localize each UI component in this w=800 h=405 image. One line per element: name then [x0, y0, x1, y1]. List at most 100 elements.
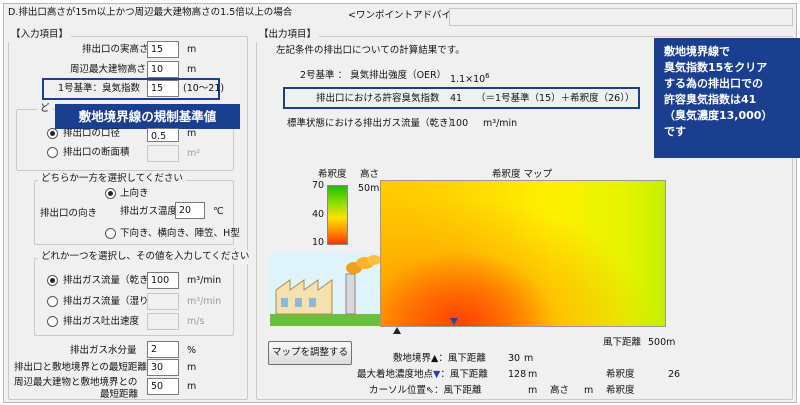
temp-unit: ℃ — [213, 206, 224, 217]
boundary-readout-unit: m — [524, 353, 534, 364]
building-boundary-label-2: 最短距離 — [100, 389, 139, 400]
maxpoint-readout-label: 最大着地濃度地点▼：風下距離 — [357, 368, 488, 382]
standard1-input[interactable]: 15 — [147, 80, 179, 97]
radio-velocity-label: 排出ガス吐出速度 — [63, 316, 140, 327]
maxpoint-readout-value: 128 — [508, 369, 527, 380]
factory-window-2 — [295, 298, 302, 307]
callout-right: 敷地境界線で 臭気指数15をクリア する為の排出口での 許容臭気指数は41 （臭… — [654, 38, 800, 158]
temp-input[interactable]: 20 — [175, 202, 205, 219]
radio-diameter-label: 排出口の口径 — [63, 128, 121, 139]
distance-axis-label: 風下距離 — [603, 337, 642, 348]
maxpoint-marker-icon — [450, 318, 458, 325]
callout-left: 敷地境界線の規制基準値 — [55, 104, 240, 129]
maxpoint-readout-text: ：風下距離 — [440, 369, 488, 380]
boundary-readout-label: 敷地境界▲：風下距離 — [393, 352, 486, 366]
oer-mantissa: 1.1×10 — [450, 74, 486, 86]
maxpoint-dilution-label: 希釈度 — [606, 369, 635, 380]
diameter-input[interactable]: 0.5 — [147, 128, 179, 142]
building-height-unit: m — [187, 64, 197, 75]
building-boundary-input[interactable]: 50 — [147, 378, 179, 395]
flow-wet-input[interactable] — [147, 293, 179, 310]
output-section-title: 【出力項目】 — [256, 28, 320, 42]
callout-right-line-2: 臭気指数15をクリア — [664, 61, 768, 74]
callout-right-line-1: 敷地境界線で — [664, 45, 730, 58]
cursor-readout-label: カーソル位置⇖：風下距離 — [369, 384, 482, 398]
building-boundary-unit: m — [187, 381, 197, 392]
boundary-readout-text: ：風下距離 — [438, 353, 486, 364]
radio-area[interactable] — [47, 147, 58, 158]
radio-diameter[interactable] — [47, 128, 58, 139]
moisture-input[interactable]: 2 — [147, 341, 179, 358]
adjust-map-button[interactable]: マップを調整する — [268, 341, 352, 365]
diameter-unit: m — [187, 128, 197, 139]
boundary-readout-title: 敷地境界 — [393, 353, 432, 364]
legend-colorbar — [327, 185, 348, 245]
window-title: D.排出口高さが15m以上かつ周辺最大建物高さの1.5倍以上の場合 — [8, 7, 293, 18]
outlet-height-label: 排出口の実高さ — [82, 44, 149, 55]
oer-exponent: 6 — [485, 72, 490, 80]
building-height-label: 周辺最大建物高さ — [70, 64, 147, 75]
factory-window-1 — [281, 298, 288, 307]
dilution-map[interactable] — [380, 180, 666, 327]
maxpoint-readout-title: 最大着地濃度地点 — [357, 369, 434, 380]
building-height-input[interactable]: 10 — [147, 61, 179, 78]
oer-value: 1.1×106 — [450, 69, 490, 87]
outlet-height-input[interactable]: 15 — [147, 41, 179, 58]
cursor-readout-title: カーソル位置 — [369, 385, 427, 396]
oer-label: 2号基準 ： 臭気排出強度（OER） — [300, 70, 447, 81]
boundary-distance-label: 排出口と敷地境界との最短距離 — [14, 362, 147, 373]
standard1-range: (10〜21) — [183, 83, 225, 94]
chimney — [345, 273, 356, 315]
height-label: 高さ — [360, 169, 380, 180]
radio-flow-dry-label: 排出ガス流量（乾き） — [63, 275, 159, 286]
radio-up-label: 上向き — [120, 188, 149, 199]
maxpoint-readout-unit: m — [528, 369, 538, 380]
height-value: 50m — [358, 183, 380, 194]
factory-window-3 — [309, 298, 316, 307]
radio-other-direction-label: 下向き、横向き、陣笠、H型 — [120, 228, 240, 239]
boundary-readout-value: 30 — [508, 353, 521, 364]
input-section-title: 【入力項目】 — [8, 28, 72, 42]
flow-wet-unit: m³/min — [187, 296, 222, 307]
allowed-value: 41 — [450, 93, 463, 104]
cursor-readout-text: ：風下距離 — [433, 385, 482, 396]
temp-label: 排出ガス温度 — [120, 206, 178, 217]
legend-tick-70: 70 — [312, 180, 325, 191]
radio-flow-dry[interactable] — [47, 275, 58, 286]
legend-tick-40: 40 — [312, 209, 325, 220]
allowed-note: （＝1号基準（15）＋希釈度（26）） — [476, 93, 635, 104]
standard1-label: 1号基準：臭気指数 — [58, 83, 141, 94]
area-input[interactable] — [147, 145, 179, 162]
maxpoint-dilution-value: 26 — [668, 369, 681, 380]
allowed-label: 排出口における許容臭気指数 — [316, 93, 440, 104]
callout-right-line-6: です — [664, 125, 686, 138]
radio-other-direction[interactable] — [105, 228, 116, 239]
direction-group-title: どちらか一方を選択してください — [38, 172, 186, 186]
output-intro: 左記条件の排出口についての計算結果です。 — [276, 45, 465, 56]
velocity-input[interactable] — [147, 313, 179, 330]
cursor-pointer-icon: ⇖ — [426, 385, 434, 396]
distance-axis-value: 500m — [648, 337, 676, 348]
radio-up[interactable] — [105, 188, 116, 199]
flow-dry-unit: m³/min — [187, 275, 222, 286]
legend-tick-10: 10 — [312, 237, 325, 248]
outlet-height-unit: m — [187, 44, 197, 55]
velocity-unit: m/s — [187, 316, 205, 327]
radio-flow-wet[interactable] — [47, 296, 58, 307]
cursor-height-label: 高さ — [550, 385, 570, 396]
cursor-readout-unit: m — [528, 385, 538, 396]
flow-group-title: どれか一つを選択し、その値を入力してください — [38, 250, 253, 264]
flow-result-value: 100 — [450, 118, 469, 129]
advice-field — [449, 8, 793, 26]
ground — [270, 314, 380, 326]
cursor-dilution-label: 希釈度 — [606, 385, 635, 396]
moisture-label: 排出ガス水分量 — [70, 345, 137, 356]
radio-flow-wet-label: 排出ガス流量（湿り） — [63, 296, 159, 307]
radio-velocity[interactable] — [47, 316, 58, 327]
factory-illustration — [270, 252, 380, 326]
callout-right-line-5: （臭気濃度13,000） — [664, 109, 773, 122]
flow-dry-input[interactable]: 100 — [147, 272, 179, 289]
callout-right-line-3: する為の排出口での — [664, 77, 763, 90]
boundary-distance-input[interactable]: 30 — [147, 359, 179, 376]
area-unit: m² — [187, 148, 201, 159]
